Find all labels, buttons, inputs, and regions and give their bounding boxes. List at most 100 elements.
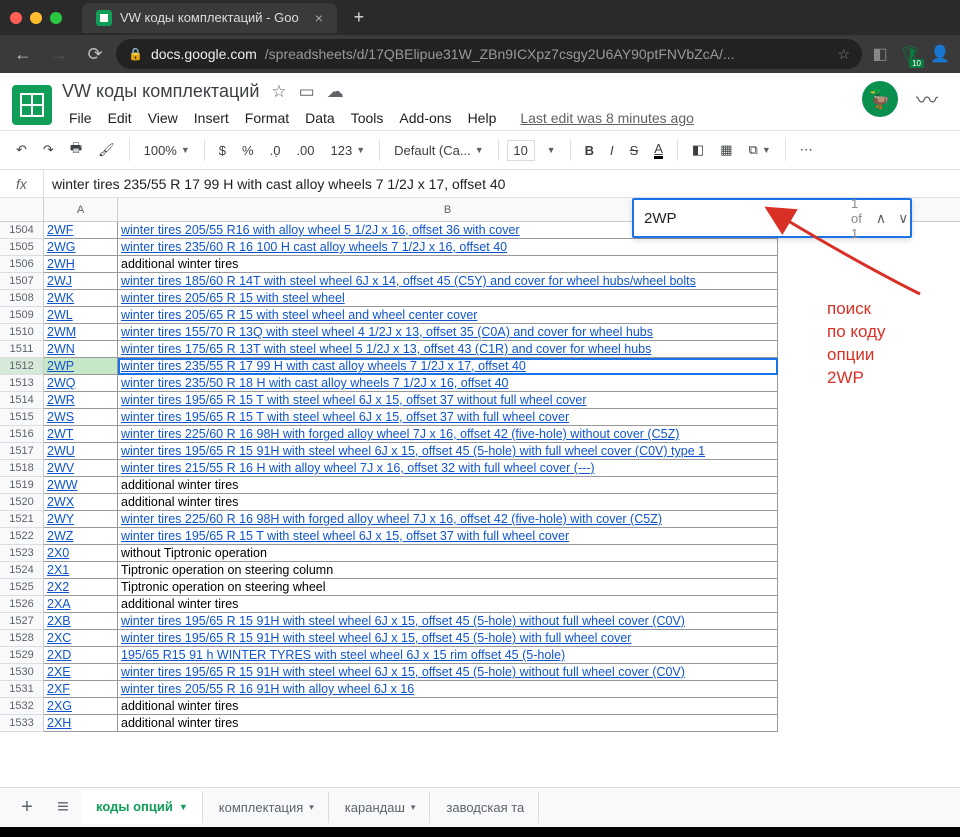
cell-desc[interactable]: winter tires 195/65 R 15 T with steel wh… xyxy=(118,392,778,409)
sheet-tab-active[interactable]: коды опций▼ xyxy=(82,791,203,824)
cell-desc[interactable]: additional winter tires xyxy=(118,596,778,613)
row-number[interactable]: 1531 xyxy=(0,681,44,698)
row-number[interactable]: 1523 xyxy=(0,545,44,562)
cell-desc[interactable]: winter tires 235/50 R 18 H with cast all… xyxy=(118,375,778,392)
cell-code[interactable]: 2XC xyxy=(44,630,118,647)
cell-code[interactable]: 2X0 xyxy=(44,545,118,562)
cell-code[interactable]: 2WW xyxy=(44,477,118,494)
cell-desc[interactable]: additional winter tires xyxy=(118,494,778,511)
table-row[interactable]: 15332XHadditional winter tires xyxy=(0,715,960,732)
close-tab-icon[interactable]: × xyxy=(315,10,323,26)
sheet-tab-3[interactable]: заводская та xyxy=(432,792,539,823)
menu-help[interactable]: Help xyxy=(461,106,504,130)
table-row[interactable]: 15102WMwinter tires 155/70 R 13Q with st… xyxy=(0,324,960,341)
cell-code[interactable]: 2WN xyxy=(44,341,118,358)
cell-code[interactable]: 2WH xyxy=(44,256,118,273)
undo-button[interactable]: ↶ xyxy=(10,138,33,162)
cell-desc[interactable]: winter tires 195/65 R 15 91H with steel … xyxy=(118,613,778,630)
row-number[interactable]: 1530 xyxy=(0,664,44,681)
find-next-button[interactable]: ∨ xyxy=(892,210,914,227)
currency-button[interactable]: $ xyxy=(213,139,232,162)
decrease-decimal-button[interactable]: .0̣ xyxy=(264,139,287,162)
row-number[interactable]: 1511 xyxy=(0,341,44,358)
formula-input[interactable]: winter tires 235/55 R 17 99 H with cast … xyxy=(44,176,960,192)
menu-file[interactable]: File xyxy=(62,106,99,130)
menu-addons[interactable]: Add-ons xyxy=(392,106,458,130)
cell-code[interactable]: 2WM xyxy=(44,324,118,341)
forward-button[interactable]: → xyxy=(44,39,74,69)
cell-desc[interactable]: Tiptronic operation on steering column xyxy=(118,562,778,579)
row-number[interactable]: 1520 xyxy=(0,494,44,511)
row-number[interactable]: 1504 xyxy=(0,222,44,239)
cell-code[interactable]: 2WR xyxy=(44,392,118,409)
cell-code[interactable]: 2XB xyxy=(44,613,118,630)
find-input[interactable] xyxy=(644,210,843,227)
cell-desc[interactable]: winter tires 205/55 R 16 91H with alloy … xyxy=(118,681,778,698)
doc-title[interactable]: VW коды комплектаций xyxy=(62,81,259,102)
back-button[interactable]: ← xyxy=(8,39,38,69)
sheets-logo-icon[interactable] xyxy=(12,85,52,125)
cell-code[interactable]: 2X2 xyxy=(44,579,118,596)
table-row[interactable]: 15192WWadditional winter tires xyxy=(0,477,960,494)
cell-desc[interactable]: winter tires 195/65 R 15 91H with steel … xyxy=(118,664,778,681)
row-number[interactable]: 1512 xyxy=(0,358,44,375)
table-row[interactable]: 15152WSwinter tires 195/65 R 15 T with s… xyxy=(0,409,960,426)
row-number[interactable]: 1522 xyxy=(0,528,44,545)
row-number[interactable]: 1528 xyxy=(0,630,44,647)
row-number[interactable]: 1508 xyxy=(0,290,44,307)
cell-desc[interactable]: additional winter tires xyxy=(118,256,778,273)
star-doc-icon[interactable]: ☆ xyxy=(271,82,286,102)
bold-button[interactable]: B xyxy=(579,139,600,162)
cloud-status-icon[interactable]: ☁ xyxy=(327,82,344,102)
text-color-button[interactable]: A xyxy=(648,137,669,163)
table-row[interactable]: 15082WKwinter tires 205/65 R 15 with ste… xyxy=(0,290,960,307)
row-number[interactable]: 1515 xyxy=(0,409,44,426)
table-row[interactable]: 15062WHadditional winter tires xyxy=(0,256,960,273)
table-row[interactable]: 15212WYwinter tires 225/60 R 16 98H with… xyxy=(0,511,960,528)
cell-code[interactable]: 2WU xyxy=(44,443,118,460)
cell-code[interactable]: 2XH xyxy=(44,715,118,732)
cell-code[interactable]: 2WV xyxy=(44,460,118,477)
cell-code[interactable]: 2WT xyxy=(44,426,118,443)
table-row[interactable]: 15132WQwinter tires 235/50 R 18 H with c… xyxy=(0,375,960,392)
table-row[interactable]: 15292XD195/65 R15 91 h WINTER TYRES with… xyxy=(0,647,960,664)
move-doc-icon[interactable]: ▭ xyxy=(299,82,315,102)
menu-format[interactable]: Format xyxy=(238,106,296,130)
row-number[interactable]: 1532 xyxy=(0,698,44,715)
fx-icon[interactable]: fx xyxy=(0,170,44,197)
merge-button[interactable]: ⧉▼ xyxy=(743,138,777,162)
table-row[interactable]: 15222WZwinter tires 195/65 R 15 T with s… xyxy=(0,528,960,545)
cell-desc[interactable]: winter tires 195/65 R 15 T with steel wh… xyxy=(118,528,778,545)
table-row[interactable]: 15162WTwinter tires 225/60 R 16 98H with… xyxy=(0,426,960,443)
table-row[interactable]: 15172WUwinter tires 195/65 R 15 91H with… xyxy=(0,443,960,460)
reload-button[interactable]: ⟳ xyxy=(80,39,110,69)
cell-code[interactable]: 2WY xyxy=(44,511,118,528)
cell-desc[interactable]: without Tiptronic operation xyxy=(118,545,778,562)
table-row[interactable]: 15142WRwinter tires 195/65 R 15 T with s… xyxy=(0,392,960,409)
cell-desc[interactable]: winter tires 205/65 R 15 with steel whee… xyxy=(118,290,778,307)
star-icon[interactable]: ☆ xyxy=(837,46,850,63)
row-number[interactable]: 1525 xyxy=(0,579,44,596)
table-row[interactable]: 15122WPwinter tires 235/55 R 17 99 H wit… xyxy=(0,358,960,375)
cell-desc[interactable]: winter tires 215/55 R 16 H with alloy wh… xyxy=(118,460,778,477)
table-row[interactable]: 15242X1Tiptronic operation on steering c… xyxy=(0,562,960,579)
menu-tools[interactable]: Tools xyxy=(344,106,391,130)
zoom-select[interactable]: 100%▼ xyxy=(138,139,196,162)
cell-code[interactable]: 2WG xyxy=(44,239,118,256)
adblock-extension-icon[interactable]: 🛡10 xyxy=(898,42,922,66)
cell-desc[interactable]: 195/65 R15 91 h WINTER TYRES with steel … xyxy=(118,647,778,664)
row-number[interactable]: 1516 xyxy=(0,426,44,443)
menu-insert[interactable]: Insert xyxy=(187,106,236,130)
cell-desc[interactable]: winter tires 195/65 R 15 91H with steel … xyxy=(118,443,778,460)
redo-button[interactable]: ↷ xyxy=(37,138,60,162)
row-number[interactable]: 1514 xyxy=(0,392,44,409)
minimize-window-icon[interactable] xyxy=(30,12,42,24)
cell-code[interactable]: 2XG xyxy=(44,698,118,715)
cell-code[interactable]: 2XF xyxy=(44,681,118,698)
table-row[interactable]: 15232X0without Tiptronic operation xyxy=(0,545,960,562)
cell-desc[interactable]: winter tires 235/55 R 17 99 H with cast … xyxy=(118,358,778,375)
maximize-window-icon[interactable] xyxy=(50,12,62,24)
table-row[interactable]: 15112WNwinter tires 175/65 R 13T with st… xyxy=(0,341,960,358)
increase-decimal-button[interactable]: .00 xyxy=(290,139,320,162)
cell-code[interactable]: 2XA xyxy=(44,596,118,613)
